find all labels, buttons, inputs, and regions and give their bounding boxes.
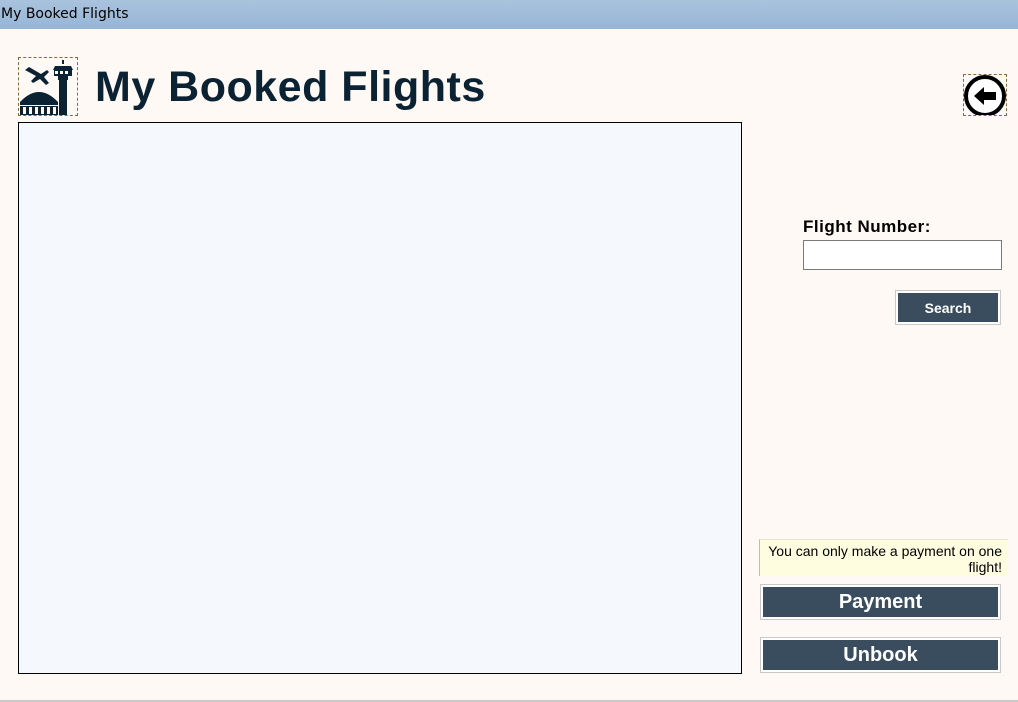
back-arrow-icon [964,75,1006,117]
window-title: My Booked Flights [1,6,129,22]
window-titlebar: My Booked Flights [0,0,1018,29]
page-title: My Booked Flights [95,63,486,111]
booked-flights-list[interactable] [18,122,742,674]
payment-note: You can only make a payment on one fligh… [759,539,1008,576]
airport-terminal-icon [18,57,78,116]
payment-button[interactable]: Payment [760,584,1001,620]
flight-number-input[interactable] [803,240,1002,270]
flight-number-label: Flight Number: [803,217,931,236]
search-button[interactable]: Search [895,290,1001,325]
unbook-button[interactable]: Unbook [760,637,1001,673]
back-button[interactable] [963,74,1007,117]
